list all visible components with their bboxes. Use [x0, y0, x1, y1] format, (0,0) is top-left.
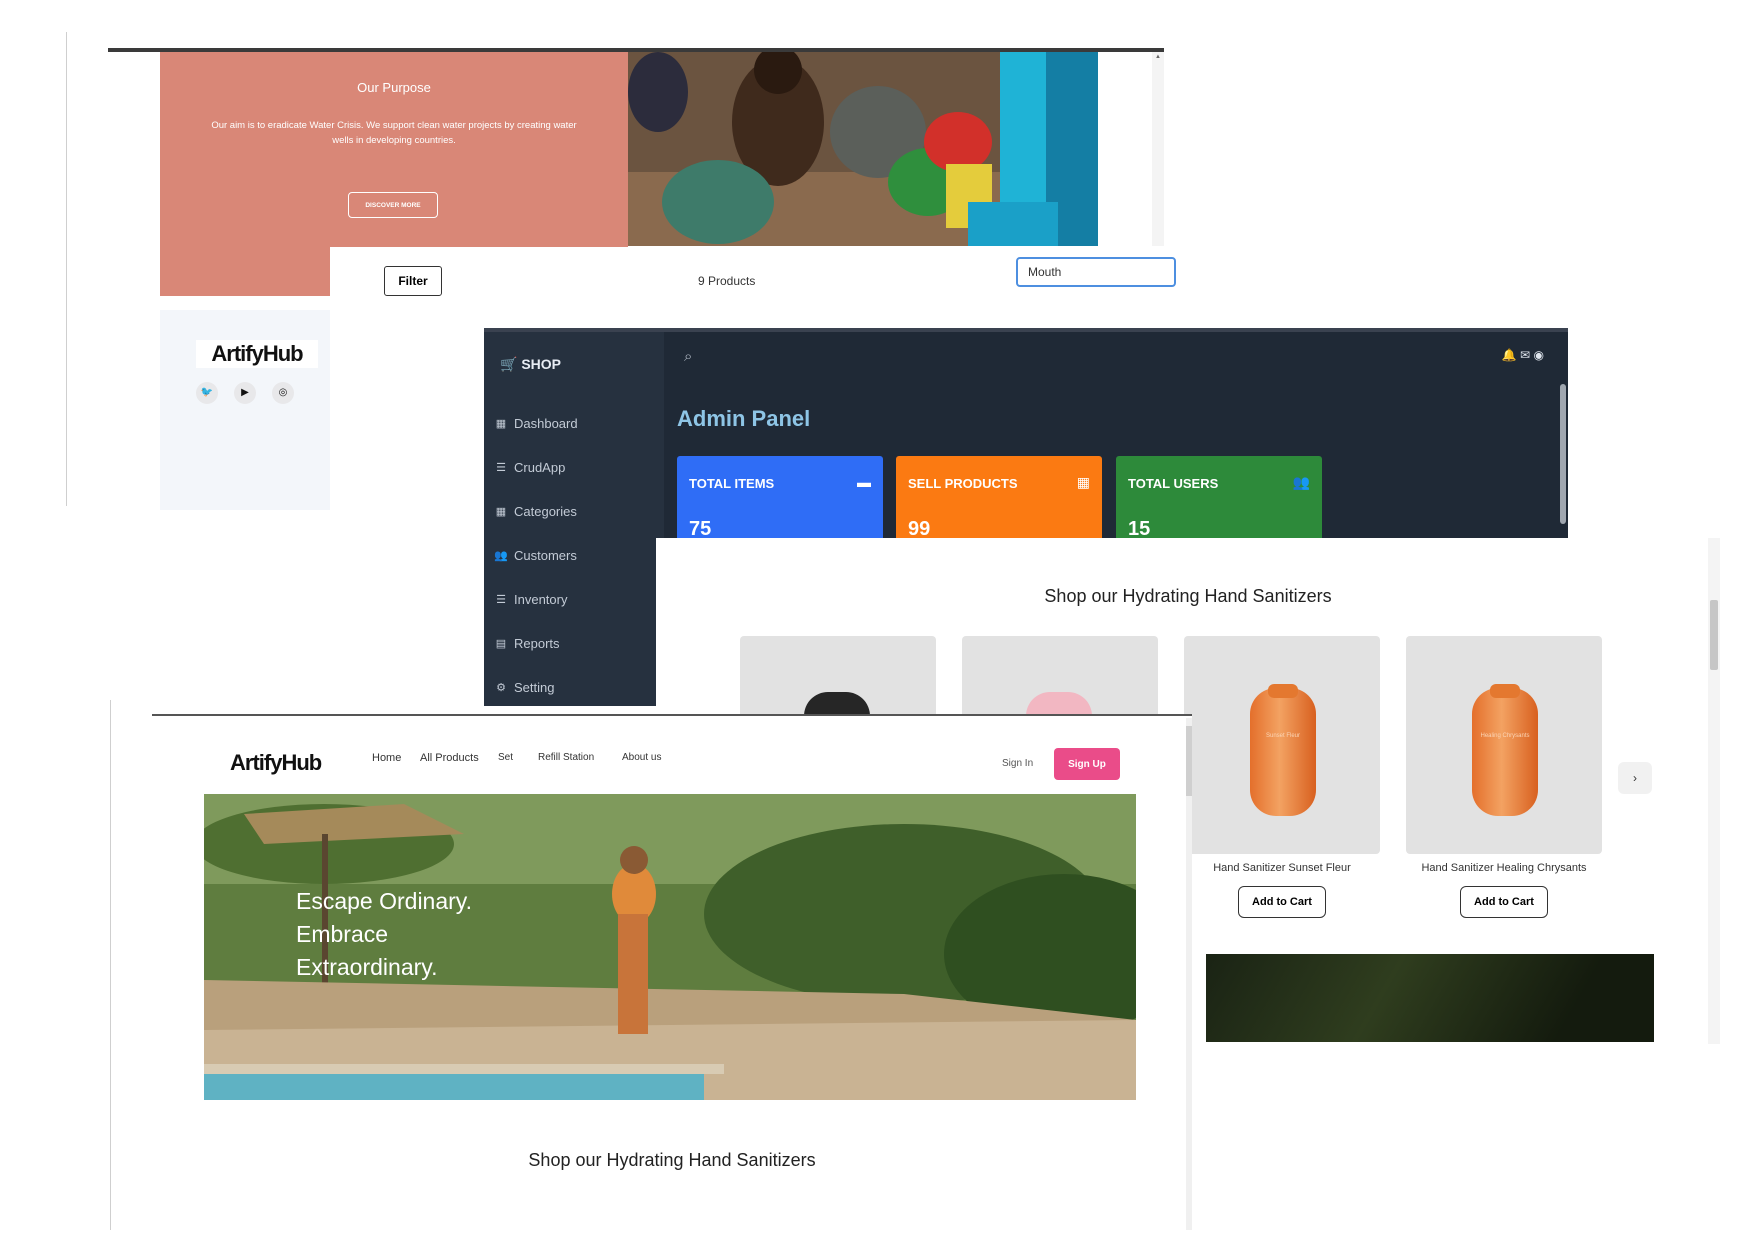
- carousel-next-button[interactable]: ›: [1618, 762, 1652, 794]
- sidebar-item-reports[interactable]: ▤ Reports: [494, 636, 560, 651]
- scrollbar-thumb[interactable]: [1710, 600, 1718, 670]
- product-image[interactable]: Sunset Fleur: [1184, 636, 1380, 854]
- sidebar-item-label: Setting: [514, 680, 555, 695]
- nav-refill-station[interactable]: Refill Station: [538, 752, 594, 763]
- sidebar-item-label: Dashboard: [514, 416, 578, 431]
- scrollbar[interactable]: [1560, 384, 1566, 524]
- purpose-title: Our Purpose: [357, 80, 431, 95]
- product-count: 9 Products: [698, 274, 756, 288]
- discover-more-button[interactable]: DISCOVER MORE: [348, 192, 438, 218]
- grid-icon: ▦: [1076, 474, 1090, 490]
- grid-icon: ▦: [495, 506, 507, 518]
- dashboard-icon: ▦: [495, 418, 507, 430]
- instagram-icon[interactable]: ◎: [272, 382, 294, 404]
- product-card[interactable]: Sunset Fleur Hand Sanitizer Sunset Fleur…: [1184, 636, 1380, 918]
- scrollbar[interactable]: [1186, 718, 1192, 1230]
- purpose-text: Our aim is to eradicate Water Crisis. We…: [211, 120, 577, 146]
- shop-brand[interactable]: 🛒 SHOP: [500, 356, 561, 373]
- window-top-border: [152, 714, 1192, 716]
- foliage-banner-image: [1206, 954, 1654, 1042]
- card-label: SELL PRODUCTS: [908, 476, 1018, 491]
- card-label: TOTAL ITEMS: [689, 476, 775, 491]
- nav-all-products[interactable]: All Products: [420, 752, 479, 764]
- scrollbar[interactable]: [1708, 538, 1720, 1044]
- hero-banner: Escape Ordinary. Embrace Extraordinary.: [204, 794, 1136, 1100]
- list-icon: ☰: [496, 462, 506, 474]
- nav-home[interactable]: Home: [372, 752, 401, 764]
- youtube-icon[interactable]: ▶: [234, 382, 256, 404]
- bell-icon[interactable]: 🔔: [1502, 348, 1517, 362]
- sidebar-item-inventory[interactable]: ☰ Inventory: [494, 592, 567, 607]
- nav-about-us[interactable]: About us: [622, 752, 661, 763]
- nav-set[interactable]: Set: [498, 752, 513, 763]
- artifyhub-home-screenshot: ArtifyHub Home All Products Set Refill S…: [152, 714, 1192, 1240]
- sidebar-item-label: Customers: [514, 548, 577, 563]
- scrollbar-thumb[interactable]: [1186, 726, 1192, 796]
- bottle-label: Healing Chrysants: [1480, 733, 1530, 739]
- add-to-cart-button[interactable]: Add to Cart: [1238, 886, 1326, 918]
- account-icon[interactable]: ◉: [1534, 348, 1544, 362]
- sidebar-item-label: Inventory: [514, 592, 568, 607]
- bottle-label: Sunset Fleur: [1265, 733, 1301, 739]
- sidebar-item-crudapp[interactable]: ☰ CrudApp: [494, 460, 565, 475]
- archive-icon: ▬: [857, 474, 871, 490]
- product-image[interactable]: Healing Chrysants: [1406, 636, 1602, 854]
- divider-line: [66, 32, 67, 506]
- cart-icon: 🛒: [500, 356, 518, 372]
- water-project-photo: [628, 52, 1098, 246]
- users-icon: 👥: [494, 550, 508, 562]
- twitter-icon[interactable]: 🐦: [196, 382, 218, 404]
- divider-line: [110, 700, 111, 1230]
- product-filter-bar: Filter 9 Products: [330, 247, 1360, 307]
- orange-bottle-image: Healing Chrysants: [1472, 684, 1538, 816]
- sidebar-item-setting[interactable]: ⚙ Setting: [494, 680, 554, 695]
- mail-icon[interactable]: ✉: [1520, 348, 1530, 362]
- hero-line-1: Escape Ordinary.: [296, 888, 472, 914]
- product-name[interactable]: Hand Sanitizer Sunset Fleur: [1184, 862, 1380, 874]
- sidebar-item-label: Categories: [514, 504, 577, 519]
- hero-line-2: Embrace: [296, 921, 389, 947]
- card-label: TOTAL USERS: [1128, 476, 1219, 491]
- add-to-cart-button[interactable]: Add to Cart: [1460, 886, 1548, 918]
- footer-section: ArtifyHub 🐦 ▶ ◎: [160, 310, 330, 510]
- section-heading: Shop our Hydrating Hand Sanitizers: [1044, 586, 1332, 606]
- artifyhub-logo[interactable]: ArtifyHub: [230, 750, 322, 776]
- search-icon[interactable]: ⌕: [684, 348, 692, 365]
- scroll-up-icon[interactable]: ▲: [1155, 54, 1161, 60]
- artifyhub-logo[interactable]: ArtifyHub: [196, 340, 318, 368]
- report-icon: ▤: [495, 638, 507, 650]
- sign-up-button[interactable]: Sign Up: [1054, 748, 1120, 780]
- orange-bottle-image: Sunset Fleur: [1250, 684, 1316, 816]
- shop-brand-label: SHOP: [521, 356, 562, 372]
- sidebar-item-label: Reports: [514, 636, 560, 651]
- sidebar-item-dashboard[interactable]: ▦ Dashboard: [494, 416, 578, 431]
- list-icon: ☰: [496, 594, 506, 606]
- admin-topbar: ⌕ 🔔 ✉ ◉: [664, 332, 1568, 388]
- product-search-input[interactable]: [1016, 257, 1176, 287]
- sidebar-item-categories[interactable]: ▦ Categories: [494, 504, 577, 519]
- admin-sidebar: 🛒 SHOP ▦ Dashboard ☰ CrudApp ▦ Categories 👥…: [484, 332, 664, 706]
- hero-line-3: Extraordinary.: [296, 954, 438, 980]
- sidebar-item-customers[interactable]: 👥 Customers: [494, 548, 577, 563]
- sign-in-link[interactable]: Sign In: [1002, 758, 1033, 769]
- filter-button[interactable]: Filter: [384, 266, 442, 296]
- page-title: Admin Panel: [677, 406, 811, 431]
- sidebar-item-label: CrudApp: [514, 460, 566, 475]
- product-name[interactable]: Hand Sanitizer Healing Chrysants: [1406, 862, 1602, 874]
- notification-icons: 🔔 ✉ ◉: [1502, 348, 1544, 362]
- gear-icon: ⚙: [496, 682, 506, 694]
- scrollbar[interactable]: ▲: [1152, 52, 1164, 246]
- product-card[interactable]: Healing Chrysants Hand Sanitizer Healing…: [1406, 636, 1602, 918]
- section-heading: Shop our Hydrating Hand Sanitizers: [528, 1150, 816, 1170]
- users-icon: 👥: [1292, 474, 1310, 490]
